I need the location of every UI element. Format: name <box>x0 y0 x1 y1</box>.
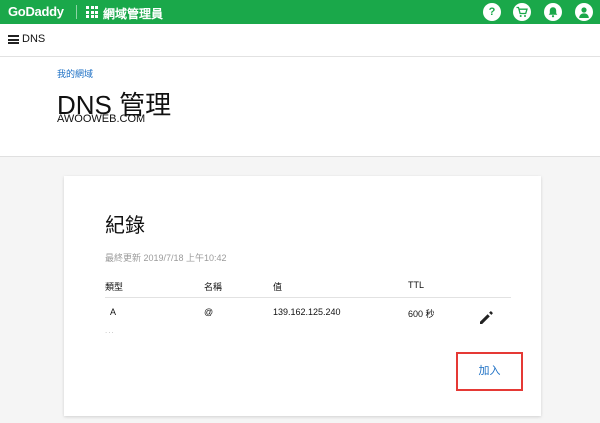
domain-name: AWOOWEB.COM <box>57 113 146 125</box>
help-glyph: ? <box>488 6 496 18</box>
add-button-highlight: 加入 <box>456 352 523 391</box>
edit-pencil-icon[interactable] <box>477 309 495 327</box>
record-ttl: 600 秒 <box>408 309 435 319</box>
header-divider <box>105 297 511 298</box>
row-more-indicator: ... <box>105 326 115 335</box>
app-title[interactable]: 網域管理員 <box>103 5 163 22</box>
column-header-name: 名稱 <box>204 282 223 292</box>
godaddy-logo[interactable]: GoDaddy <box>8 4 64 19</box>
user-icon[interactable] <box>575 3 593 21</box>
section-title: DNS <box>22 33 46 45</box>
record-value: 139.162.125.240 <box>273 307 341 317</box>
column-header-type: 類型 <box>105 282 124 292</box>
page-header: 我的網域 DNS 管理 AWOOWEB.COM <box>0 57 600 157</box>
records-card: 紀錄 最終更新 2019/7/18 上午10:42 類型 名稱 值 TTL A … <box>64 176 541 416</box>
column-header-value: 值 <box>273 282 283 292</box>
bell-icon[interactable] <box>544 3 562 21</box>
breadcrumb-my-domains[interactable]: 我的網域 <box>57 67 93 80</box>
column-header-ttl: TTL <box>408 280 425 290</box>
top-bar: GoDaddy 網域管理員 ? <box>0 0 600 24</box>
divider <box>76 5 77 19</box>
menu-icon[interactable] <box>8 35 19 44</box>
record-type: A <box>110 307 117 317</box>
cart-icon[interactable] <box>513 3 531 21</box>
record-name: @ <box>204 307 214 317</box>
records-title: 紀錄 <box>105 215 145 237</box>
help-icon[interactable]: ? <box>483 3 501 21</box>
grid-icon[interactable] <box>86 6 98 18</box>
sub-navigation: DNS <box>0 24 600 57</box>
add-record-button[interactable]: 加入 <box>458 354 521 389</box>
last-updated: 最終更新 2019/7/18 上午10:42 <box>105 253 227 263</box>
